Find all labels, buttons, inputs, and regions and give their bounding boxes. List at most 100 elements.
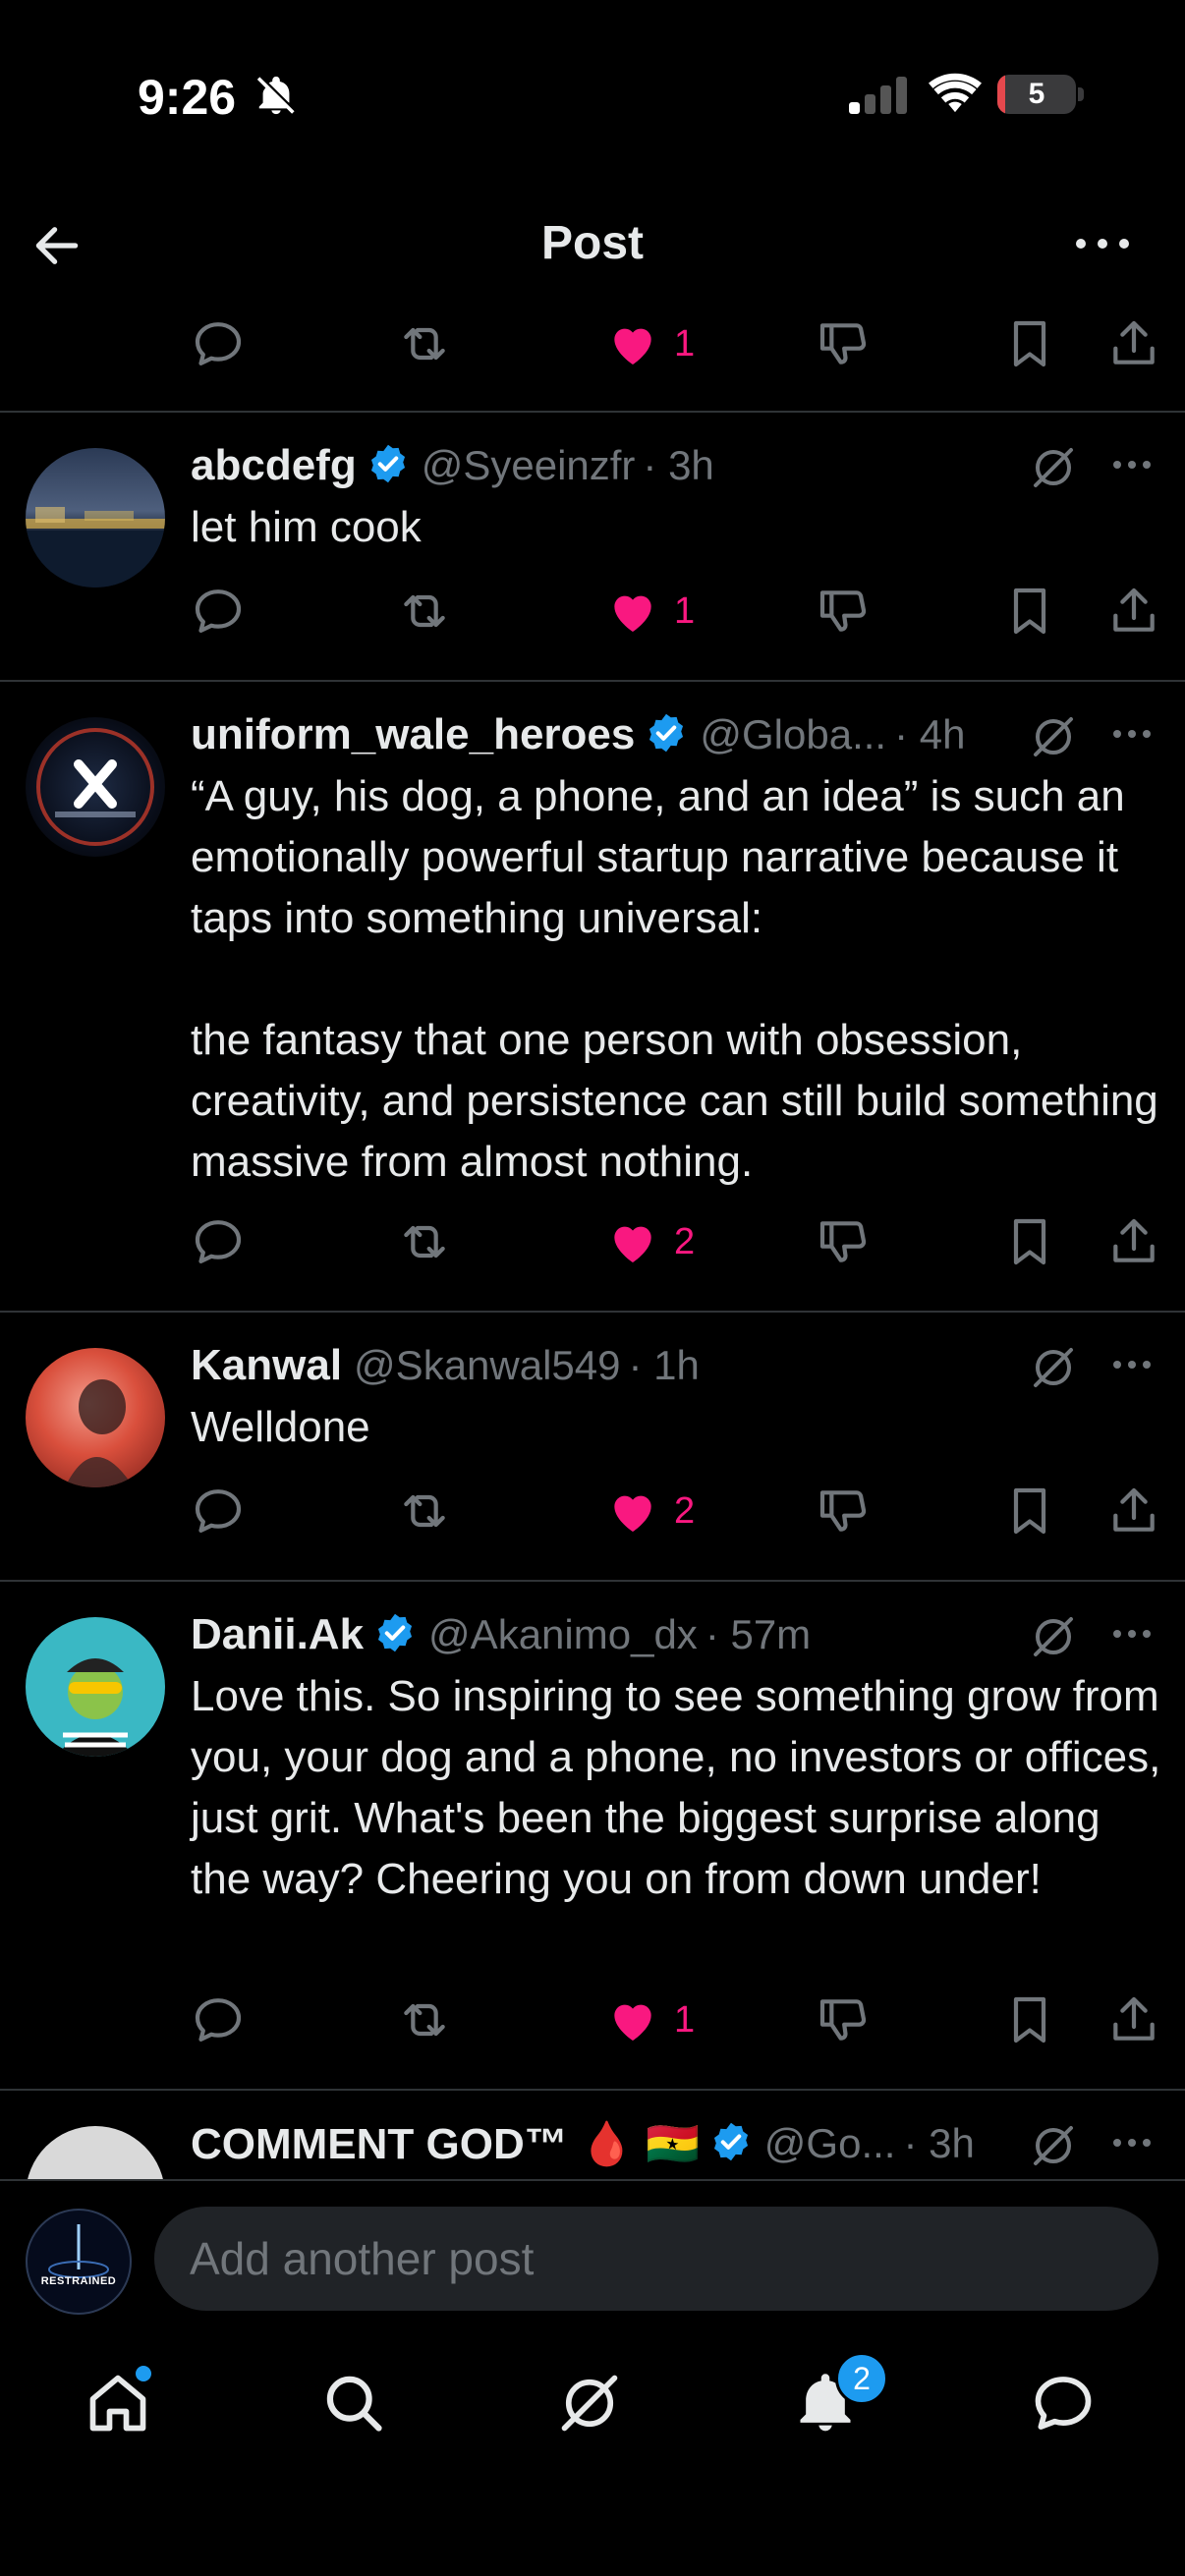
- like-count: 2: [674, 1220, 696, 1262]
- avatar[interactable]: [26, 2126, 165, 2181]
- reply-header: Kanwal @Skanwal549 · 1h: [191, 1338, 700, 1393]
- post-time: · 3h: [903, 2120, 975, 2166]
- like-button[interactable]: 2: [605, 1482, 695, 1540]
- more-options-icon[interactable]: [1071, 234, 1134, 258]
- status-bar: 9:26 5: [0, 0, 1185, 187]
- reply-icon[interactable]: [191, 1482, 246, 1540]
- reply-text: Welldone: [191, 1403, 370, 1451]
- display-name[interactable]: COMMENT GOD™ 🩸 🇬🇭: [191, 2118, 700, 2169]
- reply-action-bar: 2: [0, 1482, 1185, 1540]
- reply-header: abcdefg @Syeeinzfr · 3h: [191, 438, 714, 493]
- repost-icon[interactable]: [397, 1990, 452, 2049]
- post-time: · 3h: [643, 442, 714, 488]
- avatar[interactable]: [26, 1617, 165, 1757]
- downvote-icon[interactable]: [816, 582, 871, 641]
- wifi-icon: [929, 73, 982, 119]
- reply-post[interactable]: Danii.Ak @Akanimo_dx · 57m Love this. So…: [0, 1582, 1185, 2089]
- bookmark-icon[interactable]: [1002, 314, 1057, 373]
- reply-header: uniform_wale_heroes @Globa... · 4h: [191, 707, 965, 762]
- display-name[interactable]: Kanwal: [191, 1341, 342, 1390]
- bookmark-icon[interactable]: [1002, 582, 1057, 641]
- notifications-badge: 2: [835, 2352, 888, 2405]
- share-icon[interactable]: [1106, 1482, 1161, 1540]
- status-time: 9:26: [138, 70, 237, 125]
- display-name[interactable]: abcdefg: [191, 441, 357, 490]
- reply-action-bar: 1: [0, 582, 1185, 641]
- messages-icon[interactable]: [1030, 2370, 1097, 2441]
- reply-post[interactable]: Kanwal @Skanwal549 · 1h Welldone 2: [0, 1313, 1185, 1580]
- more-options-icon[interactable]: [1110, 727, 1154, 746]
- home-unread-dot: [136, 2366, 151, 2381]
- grok-icon[interactable]: [1030, 1344, 1077, 1396]
- like-count: 1: [674, 1998, 696, 2041]
- reply-input[interactable]: [154, 2207, 1158, 2311]
- reply-post[interactable]: uniform_wale_heroes @Globa... · 4h “A gu…: [0, 682, 1185, 1311]
- user-handle[interactable]: @Akanimo_dx: [428, 1611, 698, 1658]
- grok-icon[interactable]: [1030, 1613, 1077, 1665]
- reply-post[interactable]: COMMENT GOD™ 🩸 🇬🇭 @Go... · 3h: [0, 2091, 1185, 2181]
- user-handle[interactable]: @Skanwal549: [354, 1342, 620, 1389]
- verified-badge-icon: [367, 442, 410, 490]
- bookmark-icon[interactable]: [1002, 1482, 1057, 1540]
- repost-icon[interactable]: [397, 1212, 452, 1271]
- reply-text: let him cook: [191, 503, 422, 551]
- more-options-icon[interactable]: [1110, 1358, 1154, 1376]
- more-options-icon[interactable]: [1110, 458, 1154, 476]
- reply-header: Danii.Ak @Akanimo_dx · 57m: [191, 1607, 811, 1662]
- downvote-icon[interactable]: [816, 1990, 871, 2049]
- reply-icon[interactable]: [191, 314, 246, 373]
- display-name[interactable]: uniform_wale_heroes: [191, 710, 635, 759]
- user-handle[interactable]: @Syeeinzfr: [422, 442, 636, 489]
- repost-icon[interactable]: [397, 1482, 452, 1540]
- like-count: 2: [674, 1489, 696, 1532]
- user-handle[interactable]: @Globa...: [700, 711, 886, 758]
- bookmark-icon[interactable]: [1002, 1212, 1057, 1271]
- repost-icon[interactable]: [397, 582, 452, 641]
- reply-icon[interactable]: [191, 582, 246, 641]
- bookmark-icon[interactable]: [1002, 1990, 1057, 2049]
- bottom-tab-bar: 2: [0, 2328, 1185, 2476]
- post-time: · 4h: [894, 711, 966, 757]
- avatar[interactable]: [26, 448, 165, 588]
- battery-indicator: 5: [997, 75, 1076, 114]
- like-button[interactable]: 2: [605, 1212, 695, 1271]
- avatar[interactable]: [26, 717, 165, 857]
- grok-icon[interactable]: [1030, 2122, 1077, 2174]
- downvote-icon[interactable]: [816, 1482, 871, 1540]
- more-options-icon[interactable]: [1110, 1627, 1154, 1646]
- search-icon[interactable]: [320, 2370, 387, 2441]
- share-icon[interactable]: [1106, 1990, 1161, 2049]
- reply-header: COMMENT GOD™ 🩸 🇬🇭 @Go... · 3h: [191, 2116, 975, 2171]
- like-count: 1: [674, 322, 696, 364]
- my-avatar-label: RESTRAINED: [40, 2275, 117, 2287]
- post-time: · 1h: [628, 1342, 700, 1388]
- user-handle[interactable]: @Go...: [764, 2120, 896, 2167]
- verified-badge-icon: [709, 2120, 753, 2168]
- reply-text: Love this. So inspiring to see something…: [191, 1672, 1173, 1903]
- grok-icon[interactable]: [1030, 713, 1077, 765]
- like-button[interactable]: 1: [605, 582, 695, 641]
- my-avatar[interactable]: RESTRAINED: [26, 2209, 132, 2315]
- downvote-icon[interactable]: [816, 314, 871, 373]
- grok-icon[interactable]: [556, 2370, 623, 2441]
- display-name[interactable]: Danii.Ak: [191, 1610, 364, 1659]
- avatar[interactable]: [26, 1348, 165, 1487]
- page-title: Post: [540, 217, 644, 269]
- share-icon[interactable]: [1106, 1212, 1161, 1271]
- like-button[interactable]: 1: [605, 1990, 695, 2049]
- repost-icon[interactable]: [397, 314, 452, 373]
- reply-icon[interactable]: [191, 1212, 246, 1271]
- grok-icon[interactable]: [1030, 444, 1077, 496]
- more-options-icon[interactable]: [1110, 2136, 1154, 2155]
- verified-badge-icon: [645, 711, 688, 759]
- post-time: · 57m: [705, 1611, 812, 1657]
- main-post-action-bar: 1: [0, 314, 1185, 373]
- share-icon[interactable]: [1106, 314, 1161, 373]
- share-icon[interactable]: [1106, 582, 1161, 641]
- reply-icon[interactable]: [191, 1990, 246, 2049]
- reply-post[interactable]: abcdefg @Syeeinzfr · 3h let him cook 1: [0, 413, 1185, 680]
- downvote-icon[interactable]: [816, 1212, 871, 1271]
- like-count: 1: [674, 589, 696, 632]
- like-button[interactable]: 1: [605, 314, 695, 373]
- reply-action-bar: 2: [0, 1212, 1185, 1271]
